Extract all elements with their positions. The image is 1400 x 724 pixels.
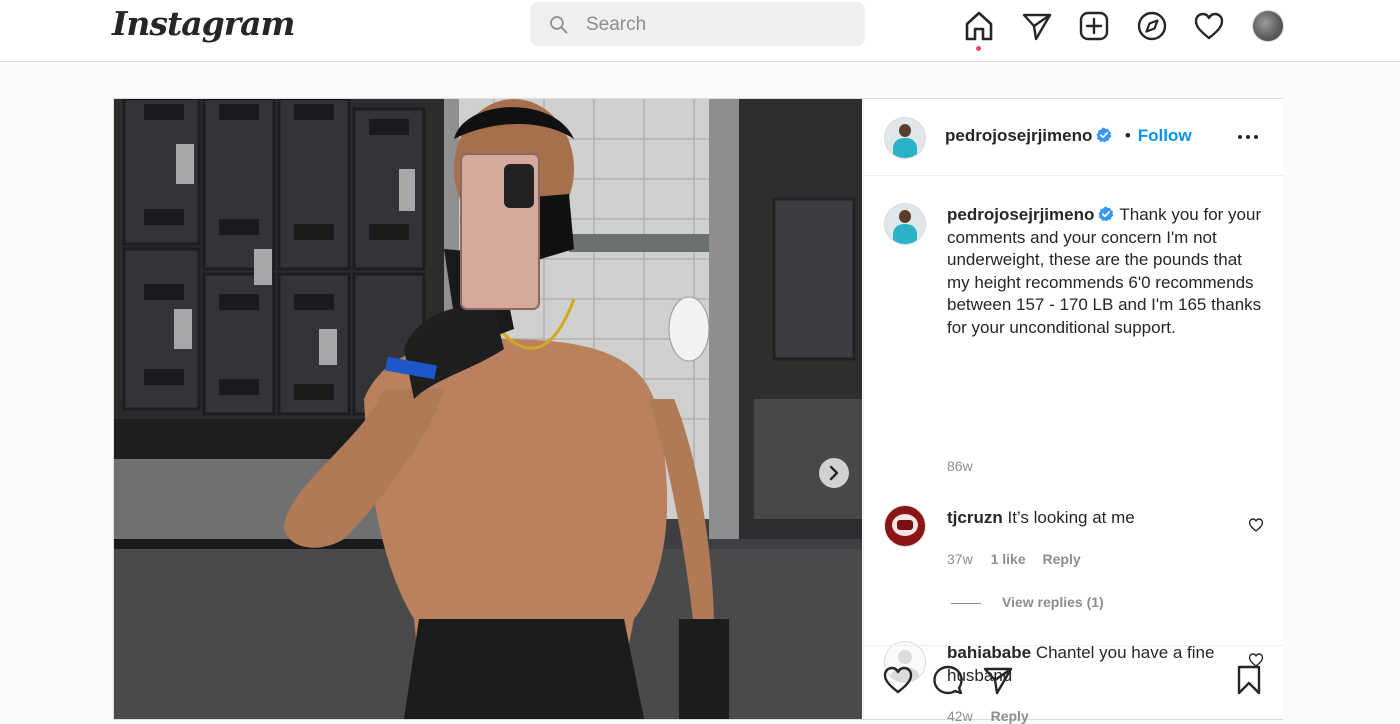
activity-button[interactable] bbox=[1193, 10, 1225, 42]
comment-username[interactable]: tjcruzn bbox=[947, 508, 1003, 527]
home-icon bbox=[965, 11, 993, 41]
verified-icon bbox=[1096, 127, 1112, 143]
caption-text: Thank you for your comments and your con… bbox=[947, 205, 1262, 337]
caption: pedrojosejrjimeno Thank you for your com… bbox=[947, 204, 1267, 339]
comment-text: It’s looking at me bbox=[1007, 508, 1135, 527]
home-button[interactable] bbox=[963, 10, 995, 42]
instagram-logo[interactable]: Instagram bbox=[112, 4, 295, 43]
comment-1: tjcruzn It’s looking at me bbox=[947, 507, 1227, 530]
chevron-right-icon bbox=[829, 465, 839, 481]
author-username[interactable]: pedrojosejrjimeno bbox=[945, 126, 1092, 145]
caption-avatar[interactable] bbox=[884, 203, 926, 245]
like-button[interactable] bbox=[882, 664, 914, 696]
comments-list: pedrojosejrjimeno Thank you for your com… bbox=[864, 176, 1283, 724]
post-sidebar: pedrojosejrjimeno • Follow pedrojosejrjim… bbox=[863, 99, 1283, 724]
share-icon bbox=[983, 667, 1013, 695]
more-options-button[interactable] bbox=[1236, 125, 1260, 149]
direct-icon bbox=[1022, 13, 1052, 41]
comment-button[interactable] bbox=[932, 664, 964, 696]
replies-divider bbox=[951, 603, 981, 604]
explore-icon bbox=[1137, 11, 1167, 41]
share-button[interactable] bbox=[982, 664, 1014, 696]
post-photo bbox=[114, 99, 862, 719]
author-avatar[interactable] bbox=[884, 117, 926, 159]
post-header: pedrojosejrjimeno • Follow bbox=[864, 99, 1283, 176]
header-separator: • bbox=[1124, 126, 1131, 145]
caption-time[interactable]: 86w bbox=[947, 458, 973, 474]
like-icon bbox=[883, 666, 913, 694]
search-icon bbox=[550, 16, 568, 34]
next-photo-button[interactable] bbox=[819, 458, 849, 488]
comment-time[interactable]: 37w bbox=[947, 551, 973, 567]
new-post-button[interactable] bbox=[1078, 10, 1110, 42]
comment-icon bbox=[933, 665, 963, 695]
comment-likes[interactable]: 1 like bbox=[991, 551, 1026, 567]
save-button[interactable] bbox=[1233, 664, 1265, 696]
profile-avatar[interactable] bbox=[1252, 10, 1284, 42]
save-icon bbox=[1237, 665, 1261, 695]
comment-like-icon[interactable] bbox=[1248, 517, 1264, 533]
home-notification-dot bbox=[976, 46, 981, 51]
comment-avatar[interactable] bbox=[884, 505, 926, 547]
verified-icon bbox=[1098, 206, 1114, 222]
caption-username[interactable]: pedrojosejrjimeno bbox=[947, 205, 1094, 224]
more-icon bbox=[1238, 135, 1258, 139]
explore-button[interactable] bbox=[1136, 10, 1168, 42]
direct-messages-button[interactable] bbox=[1021, 10, 1053, 42]
search-box[interactable] bbox=[530, 2, 865, 46]
post-card: pedrojosejrjimeno • Follow pedrojosejrjim… bbox=[113, 98, 1283, 724]
top-navigation-bar: Instagram bbox=[0, 0, 1400, 62]
view-replies-button[interactable]: View replies (1) bbox=[1002, 594, 1104, 610]
follow-button[interactable]: Follow bbox=[1138, 126, 1192, 145]
header-user-line: pedrojosejrjimeno • Follow bbox=[945, 126, 1192, 146]
reply-button[interactable]: Reply bbox=[1043, 551, 1081, 567]
activity-heart-icon bbox=[1194, 12, 1224, 40]
search-input[interactable] bbox=[584, 10, 848, 40]
comment-meta: 37w 1 like Reply bbox=[947, 551, 1081, 567]
new-post-icon bbox=[1079, 11, 1109, 41]
post-actions bbox=[864, 645, 1283, 720]
